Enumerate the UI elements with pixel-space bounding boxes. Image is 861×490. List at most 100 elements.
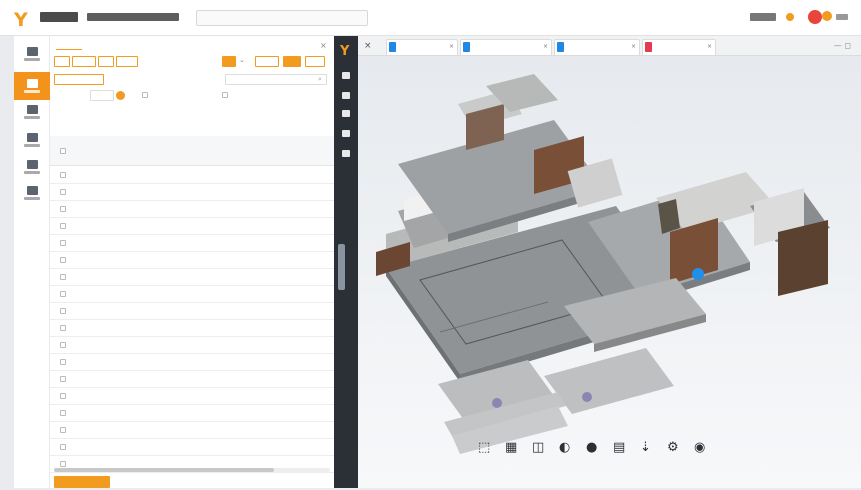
room-marker <box>582 392 592 402</box>
bottom-button-4[interactable] <box>222 476 266 488</box>
chat-icon[interactable] <box>342 130 350 137</box>
window-controls[interactable]: — ◻ <box>834 41 851 50</box>
tab-1[interactable] <box>56 42 82 50</box>
row-checkbox[interactable] <box>60 444 66 450</box>
table-row[interactable] <box>50 235 334 252</box>
action-button-1[interactable] <box>54 56 70 67</box>
row-checkbox[interactable] <box>60 427 66 433</box>
viewer-tab-3[interactable]: × <box>554 39 640 55</box>
row-checkbox[interactable] <box>60 461 66 467</box>
table-row[interactable] <box>50 439 334 456</box>
tab-close-icon[interactable]: × <box>449 40 454 54</box>
table-row[interactable] <box>50 337 334 354</box>
table-row[interactable] <box>50 167 334 184</box>
row-checkbox[interactable] <box>60 342 66 348</box>
table-row[interactable] <box>50 388 334 405</box>
table-row[interactable] <box>50 303 334 320</box>
action-button-4[interactable] <box>116 56 138 67</box>
select-all-checkbox[interactable] <box>60 148 66 154</box>
bottom-button-2[interactable] <box>116 476 164 488</box>
table-row[interactable] <box>50 201 334 218</box>
filter-input[interactable] <box>54 74 104 85</box>
table-row[interactable] <box>50 252 334 269</box>
model-tree-icon[interactable] <box>342 72 350 79</box>
notification-icon[interactable] <box>786 13 794 21</box>
home-view-icon[interactable]: ⬚ <box>478 440 490 455</box>
info-icon[interactable] <box>116 91 125 100</box>
table-row[interactable] <box>50 218 334 235</box>
action-button-6[interactable] <box>283 56 301 67</box>
option-checkbox-1[interactable] <box>142 92 148 98</box>
table-row[interactable] <box>50 405 334 422</box>
export-button[interactable] <box>54 476 110 488</box>
properties-icon[interactable] <box>342 110 350 117</box>
bim-3d-viewport[interactable]: ⬚ ▦ ◫ ◐ ● ▤ ⇣ ⚙ ◉ <box>358 56 861 488</box>
nav-item-3[interactable] <box>14 98 50 126</box>
row-checkbox[interactable] <box>60 274 66 280</box>
action-button-3[interactable] <box>98 56 114 67</box>
table-cell-code <box>94 303 124 319</box>
measure-icon[interactable]: ◫ <box>532 440 544 455</box>
fullscreen-icon[interactable]: ◉ <box>694 440 705 455</box>
pin-icon[interactable]: ⇣ <box>640 440 651 455</box>
action-button-5[interactable] <box>255 56 279 67</box>
row-checkbox[interactable] <box>60 376 66 382</box>
row-checkbox[interactable] <box>60 172 66 178</box>
row-checkbox[interactable] <box>60 206 66 212</box>
table-row[interactable] <box>50 354 334 371</box>
render-mode-icon[interactable]: ◐ <box>559 440 570 455</box>
action-button-7[interactable] <box>305 56 325 67</box>
row-checkbox[interactable] <box>60 325 66 331</box>
add-tab-icon[interactable]: × <box>364 41 372 51</box>
search-input[interactable] <box>225 74 327 85</box>
properties-icon[interactable]: ▤ <box>613 440 625 455</box>
location-marker-icon[interactable] <box>692 268 704 280</box>
scrollbar-thumb[interactable] <box>54 468 274 472</box>
tab-close-icon[interactable]: × <box>707 40 712 54</box>
row-checkbox[interactable] <box>60 393 66 399</box>
table-row[interactable] <box>50 286 334 303</box>
avatar[interactable] <box>808 10 822 24</box>
section-box-icon[interactable]: ▦ <box>505 440 517 455</box>
action-button-2[interactable] <box>72 56 96 67</box>
row-checkbox[interactable] <box>60 189 66 195</box>
nav-item-6[interactable] <box>14 179 50 207</box>
table-row[interactable] <box>50 422 334 439</box>
tab-close-icon[interactable]: × <box>631 40 636 54</box>
viewer-tab-1[interactable]: × <box>386 39 458 55</box>
row-checkbox[interactable] <box>60 291 66 297</box>
table-row[interactable] <box>50 371 334 388</box>
option-checkbox-2[interactable] <box>222 92 228 98</box>
nav-item-1[interactable] <box>14 40 50 68</box>
tab-close-icon[interactable]: × <box>543 40 548 54</box>
chevron-down-icon[interactable]: ⌄ <box>239 56 245 64</box>
row-checkbox[interactable] <box>60 223 66 229</box>
walk-icon[interactable]: ● <box>586 440 597 455</box>
close-icon[interactable]: × <box>320 41 327 50</box>
table-row[interactable] <box>50 320 334 337</box>
tab-2[interactable] <box>88 42 114 50</box>
row-checkbox[interactable] <box>60 308 66 314</box>
user-name[interactable] <box>750 13 776 21</box>
settings-icon[interactable]: ⚙ <box>667 440 679 455</box>
bottom-button-3[interactable] <box>170 476 214 488</box>
row-checkbox[interactable] <box>60 240 66 246</box>
page-input[interactable] <box>90 90 114 101</box>
row-checkbox[interactable] <box>60 359 66 365</box>
nav-item-5[interactable] <box>14 153 50 181</box>
nav-item-2[interactable] <box>14 72 50 100</box>
row-checkbox[interactable] <box>60 257 66 263</box>
viewer-tab-2[interactable]: × <box>460 39 552 55</box>
logout-icon[interactable] <box>836 14 848 20</box>
layers-icon[interactable] <box>342 92 350 99</box>
table-row[interactable] <box>50 269 334 286</box>
table-row[interactable] <box>50 184 334 201</box>
nav-item-4[interactable] <box>14 126 50 154</box>
more-icon[interactable] <box>342 150 350 157</box>
global-search-input[interactable] <box>196 10 368 26</box>
viewer-tab-4[interactable]: × <box>642 39 716 55</box>
horizontal-scrollbar[interactable] <box>54 468 330 472</box>
row-checkbox[interactable] <box>60 410 66 416</box>
collapse-handle[interactable] <box>338 244 345 290</box>
search-icon[interactable]: ⌕ <box>318 75 322 84</box>
